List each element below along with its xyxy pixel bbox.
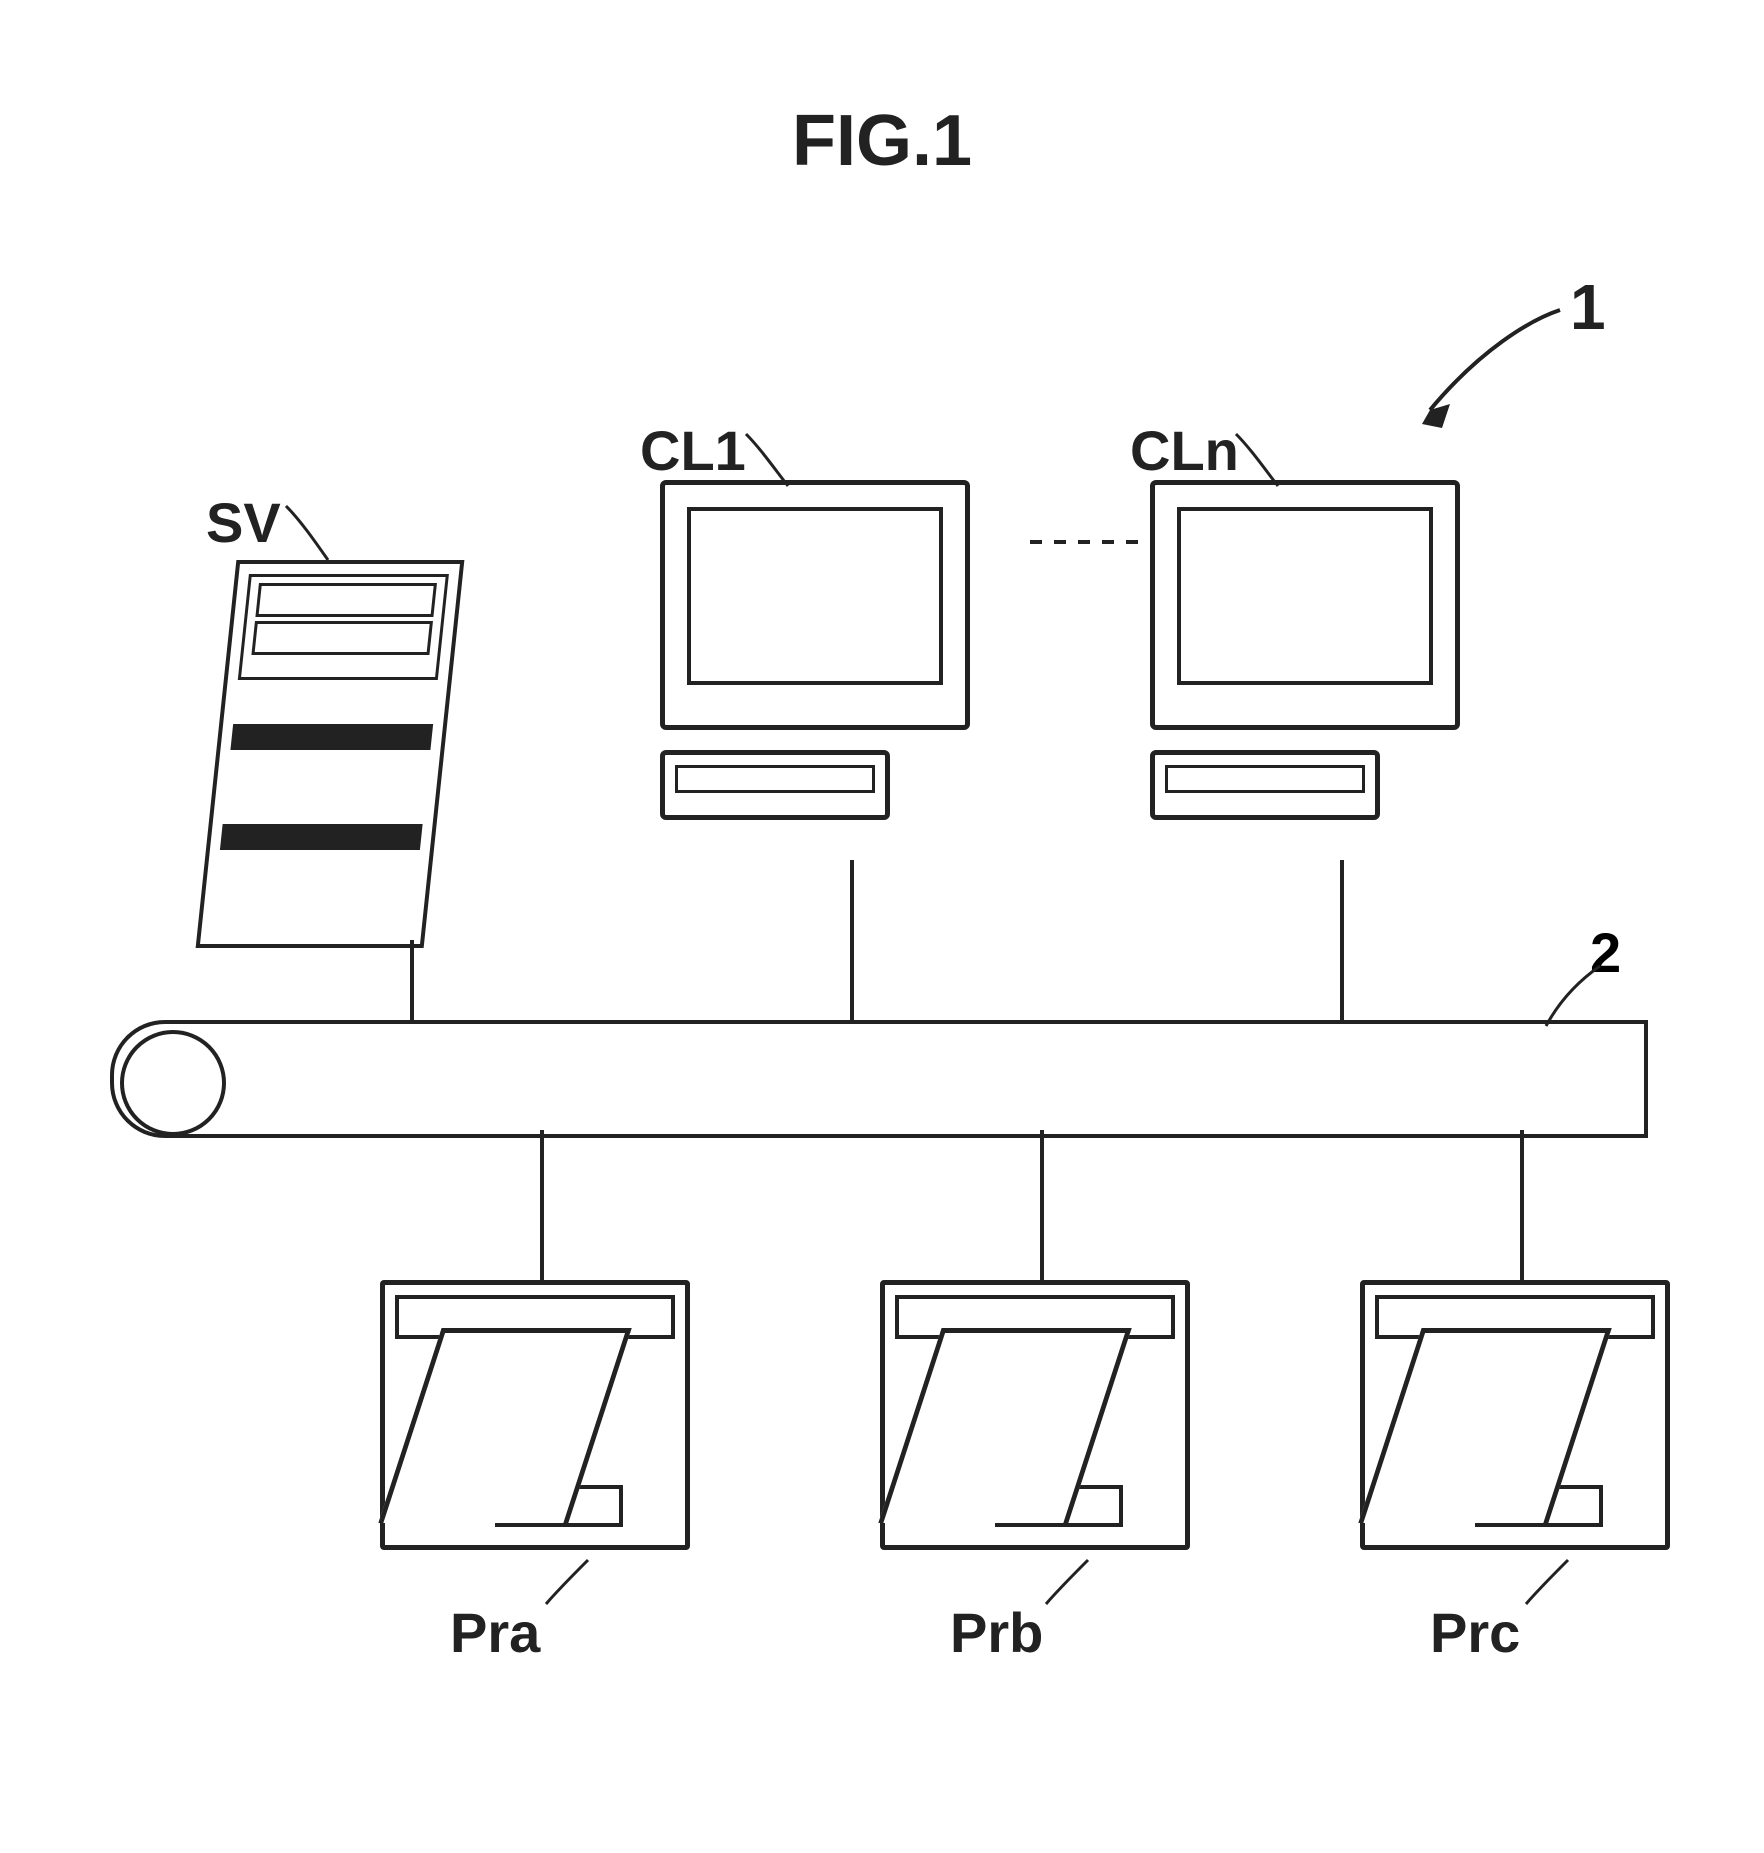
printer-a [380, 1280, 690, 1550]
server-label: SV [206, 490, 281, 555]
printer-a-label-leader-icon [540, 1554, 600, 1614]
printer-c [1360, 1280, 1670, 1550]
printer-b-label: Prb [950, 1600, 1043, 1665]
clientn-label-leader-icon [1230, 428, 1290, 498]
printer-a-drop-line [540, 1130, 544, 1280]
monitor-icon [1150, 480, 1460, 730]
keyboard-icon [660, 750, 890, 820]
client-1-label: CL1 [640, 418, 746, 483]
server-label-leader-icon [280, 500, 340, 570]
ellipsis-icon [1030, 540, 1150, 544]
printer-b-label-leader-icon [1040, 1554, 1100, 1614]
printer-c-drop-line [1520, 1130, 1524, 1280]
client1-drop-line [850, 860, 854, 1020]
reference-arrow-icon [1410, 300, 1590, 440]
figure-1-network-diagram: FIG.1 1 2 SV CL1 [0, 0, 1764, 1853]
server-drop-line [410, 940, 414, 1020]
keyboard-icon [1150, 750, 1380, 820]
server-tower-icon [196, 560, 465, 948]
printer-c-label: Prc [1430, 1600, 1520, 1665]
client-n-label: CLn [1130, 418, 1239, 483]
bus-label-leader-icon [1540, 960, 1620, 1040]
monitor-icon [660, 480, 970, 730]
printer-c-label-leader-icon [1520, 1554, 1580, 1614]
clientn-drop-line [1340, 860, 1344, 1020]
printer-a-label: Pra [450, 1600, 540, 1665]
client-computer-n [1150, 480, 1480, 860]
figure-title: FIG.1 [792, 100, 972, 182]
network-bus [110, 1020, 1644, 1138]
client1-label-leader-icon [740, 428, 800, 498]
printer-b-drop-line [1040, 1130, 1044, 1280]
system-reference: 1 [1570, 270, 1606, 344]
client-computer-1 [660, 480, 990, 860]
printer-b [880, 1280, 1190, 1550]
